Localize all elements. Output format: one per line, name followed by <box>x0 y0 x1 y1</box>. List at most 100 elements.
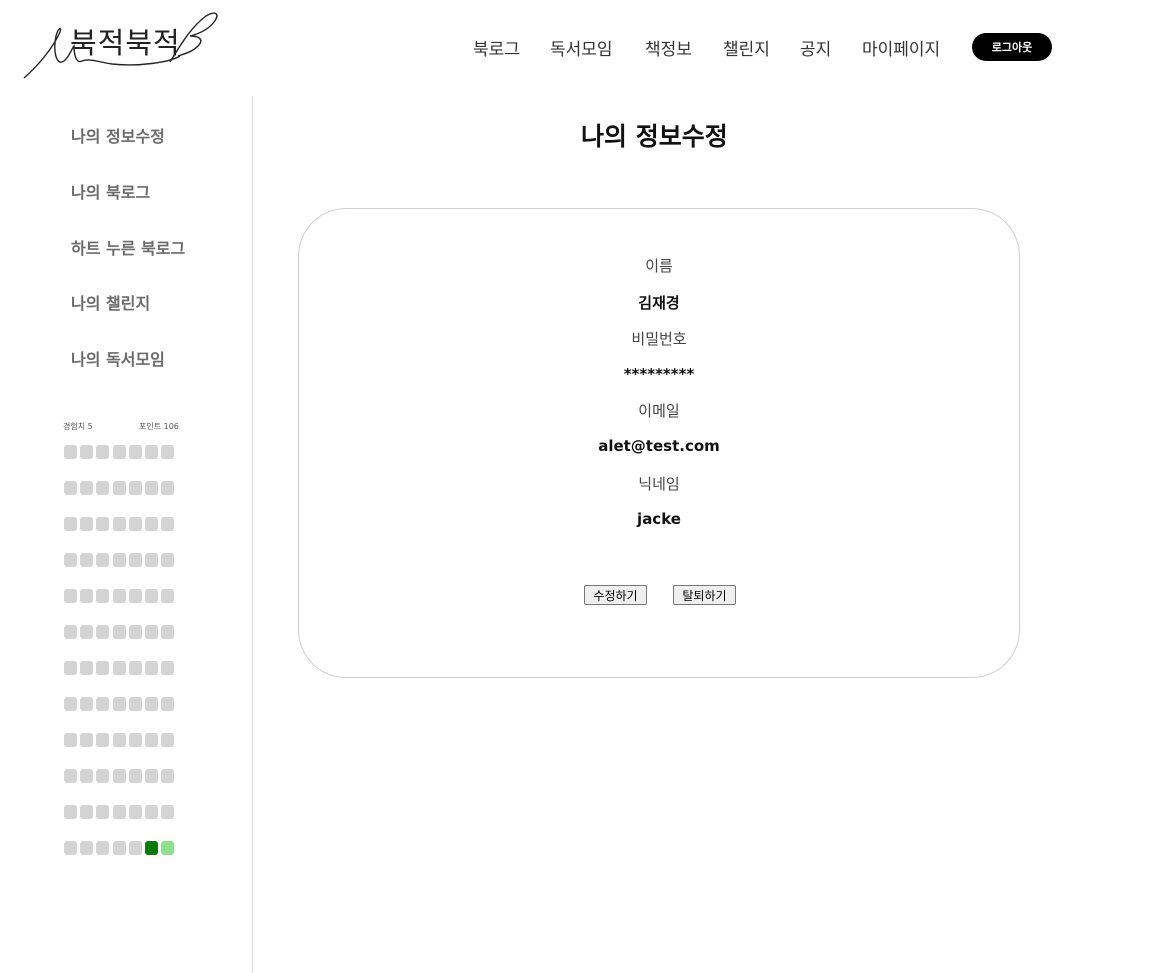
activity-cell <box>161 481 175 495</box>
activity-cell <box>96 661 110 675</box>
activity-cell <box>80 625 94 639</box>
activity-cell <box>128 805 142 819</box>
password-value: ********* <box>623 365 695 383</box>
activity-cell <box>80 481 94 495</box>
brand-logo[interactable]: 북적북적 <box>20 6 225 84</box>
activity-cell <box>64 661 77 675</box>
activity-cell <box>80 517 94 531</box>
activity-cell <box>128 589 142 603</box>
activity-cell <box>80 733 94 747</box>
activity-cell <box>145 517 158 531</box>
email-label: 이메일 <box>638 402 680 420</box>
activity-cell <box>112 625 126 639</box>
activity-cell <box>80 589 94 603</box>
activity-cell <box>112 697 126 711</box>
sidebar-item-my-booklog[interactable]: 나의 북로그 <box>71 179 150 203</box>
activity-cell <box>145 445 158 459</box>
logout-button[interactable]: 로그아웃 <box>972 33 1052 61</box>
activity-cell <box>64 481 77 495</box>
points-label: 포인트 106 <box>139 422 179 431</box>
activity-cell <box>112 517 126 531</box>
activity-cell <box>128 553 142 567</box>
activity-cell <box>145 625 158 639</box>
activity-cell-active <box>145 841 158 855</box>
sidebar-item-edit-profile[interactable]: 나의 정보수정 <box>71 123 165 147</box>
activity-cell <box>145 481 158 495</box>
edit-button[interactable]: 수정하기 <box>584 585 647 605</box>
activity-cell <box>161 733 175 747</box>
activity-cell <box>161 697 175 711</box>
nav-item-booklog[interactable]: 북로그 <box>473 35 520 60</box>
activity-cell <box>112 481 126 495</box>
email-value: alet@test.com <box>598 437 720 455</box>
sidebar-item-my-reading-club[interactable]: 나의 독서모임 <box>71 346 165 370</box>
name-value: 김재경 <box>638 294 680 312</box>
sidebar-item-my-challenge[interactable]: 나의 챌린지 <box>71 290 150 314</box>
activity-cell <box>161 661 175 675</box>
sidebar-item-liked-booklog[interactable]: 하트 누른 북로그 <box>71 235 185 259</box>
nickname-label: 닉네임 <box>638 475 680 493</box>
profile-card: 이름 김재경 비밀번호 ********* 이메일 alet@test.com … <box>298 208 1020 678</box>
activity-cell <box>128 481 142 495</box>
activity-cell <box>96 589 110 603</box>
activity-cell <box>145 769 158 783</box>
activity-cell <box>161 517 175 531</box>
activity-cell <box>96 733 110 747</box>
activity-cell <box>96 481 110 495</box>
activity-cell <box>112 553 126 567</box>
activity-cell <box>128 517 142 531</box>
activity-cell <box>64 769 77 783</box>
activity-cell <box>96 769 110 783</box>
activity-cell <box>112 661 126 675</box>
withdraw-button[interactable]: 탈퇴하기 <box>673 585 736 605</box>
activity-cell <box>96 445 110 459</box>
name-label: 이름 <box>645 257 673 275</box>
activity-cell <box>128 733 142 747</box>
activity-cell <box>96 805 110 819</box>
activity-cell <box>145 805 158 819</box>
activity-cell <box>145 733 158 747</box>
activity-cell <box>161 805 175 819</box>
activity-cell <box>64 445 77 459</box>
activity-cell <box>80 445 94 459</box>
activity-cell <box>128 661 142 675</box>
activity-cell <box>96 625 110 639</box>
activity-cell <box>80 805 94 819</box>
activity-cell <box>96 841 110 855</box>
nickname-value: jacke <box>637 510 681 528</box>
activity-cell <box>64 805 77 819</box>
activity-cell <box>80 697 94 711</box>
logo-text: 북적북적 <box>70 26 181 60</box>
activity-cell <box>64 697 77 711</box>
activity-cell <box>96 517 110 531</box>
experience-label: 경험치 5 <box>63 422 93 431</box>
activity-cell <box>112 805 126 819</box>
activity-cell <box>64 625 77 639</box>
activity-cell <box>112 733 126 747</box>
activity-cell <box>96 553 110 567</box>
activity-cell <box>145 697 158 711</box>
password-label: 비밀번호 <box>631 330 687 348</box>
activity-cell <box>64 841 77 855</box>
activity-cell <box>112 445 126 459</box>
nav-item-mypage[interactable]: 마이페이지 <box>862 35 940 60</box>
activity-cell <box>128 625 142 639</box>
activity-cell <box>145 589 158 603</box>
activity-cell <box>112 841 126 855</box>
activity-cell <box>128 769 142 783</box>
activity-cell <box>161 769 175 783</box>
activity-cell <box>96 697 110 711</box>
activity-cell <box>128 445 142 459</box>
sidebar-divider <box>252 96 253 973</box>
activity-cell <box>80 841 94 855</box>
activity-cell <box>64 733 77 747</box>
activity-cell-active <box>161 841 175 855</box>
nav-item-reading-club[interactable]: 독서모임 <box>550 35 613 60</box>
activity-cell <box>64 517 77 531</box>
activity-cell <box>128 841 142 855</box>
activity-cell <box>145 553 158 567</box>
nav-item-notice[interactable]: 공지 <box>800 35 831 60</box>
nav-item-challenge[interactable]: 챌린지 <box>723 35 770 60</box>
activity-cell <box>80 661 94 675</box>
nav-item-book-info[interactable]: 책정보 <box>645 35 692 60</box>
